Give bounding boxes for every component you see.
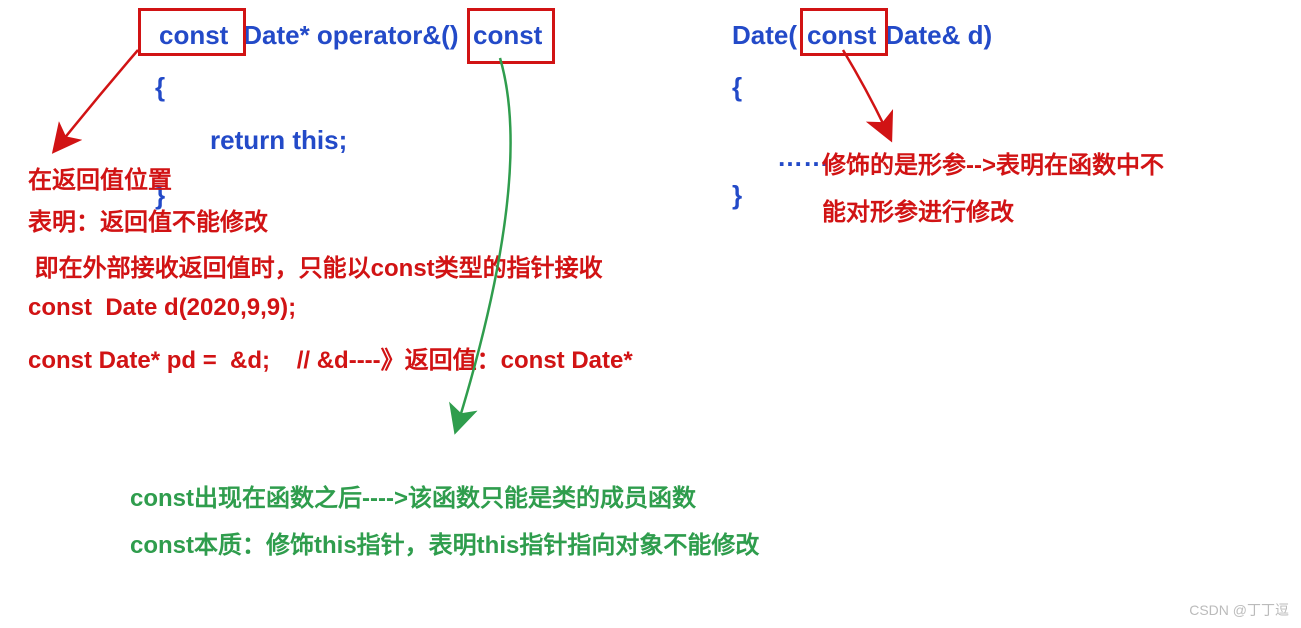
anno-left-5: const Date* pd = &d; // &d----》返回值：const…	[28, 340, 633, 375]
anno-left-2: 表明：返回值不能修改	[28, 202, 268, 237]
box-param-const	[800, 8, 888, 56]
anno-left-4: const Date d(2020,9,9);	[28, 294, 296, 322]
anno-green-1: const出现在函数之后---->该函数只能是类的成员函数	[130, 478, 696, 513]
anno-green-2: const本质：修饰this指针，表明this指针指向对象不能修改	[130, 525, 759, 560]
code-left-return: return this;	[210, 125, 347, 156]
anno-right-2: 能对形参进行修改	[822, 192, 1014, 227]
code-right-brace-open: {	[732, 72, 742, 103]
code-right-brace-close: }	[732, 180, 742, 211]
anno-left-1: 在返回值位置	[28, 160, 172, 195]
code-left-brace-open: {	[155, 72, 165, 103]
anno-left-3: 即在外部接收返回值时，只能以const类型的指针接收	[28, 248, 603, 283]
watermark: CSDN @丁丁逗	[1189, 600, 1289, 620]
anno-right-1: 修饰的是形参-->表明在函数中不	[822, 145, 1164, 180]
code-left-sig: Date* operator&()	[236, 20, 458, 51]
code-right-date-param: Date& d)	[878, 20, 992, 51]
code-right-date-open: Date(	[732, 20, 797, 51]
box-return-const	[138, 8, 246, 56]
box-trailing-const	[467, 8, 555, 64]
